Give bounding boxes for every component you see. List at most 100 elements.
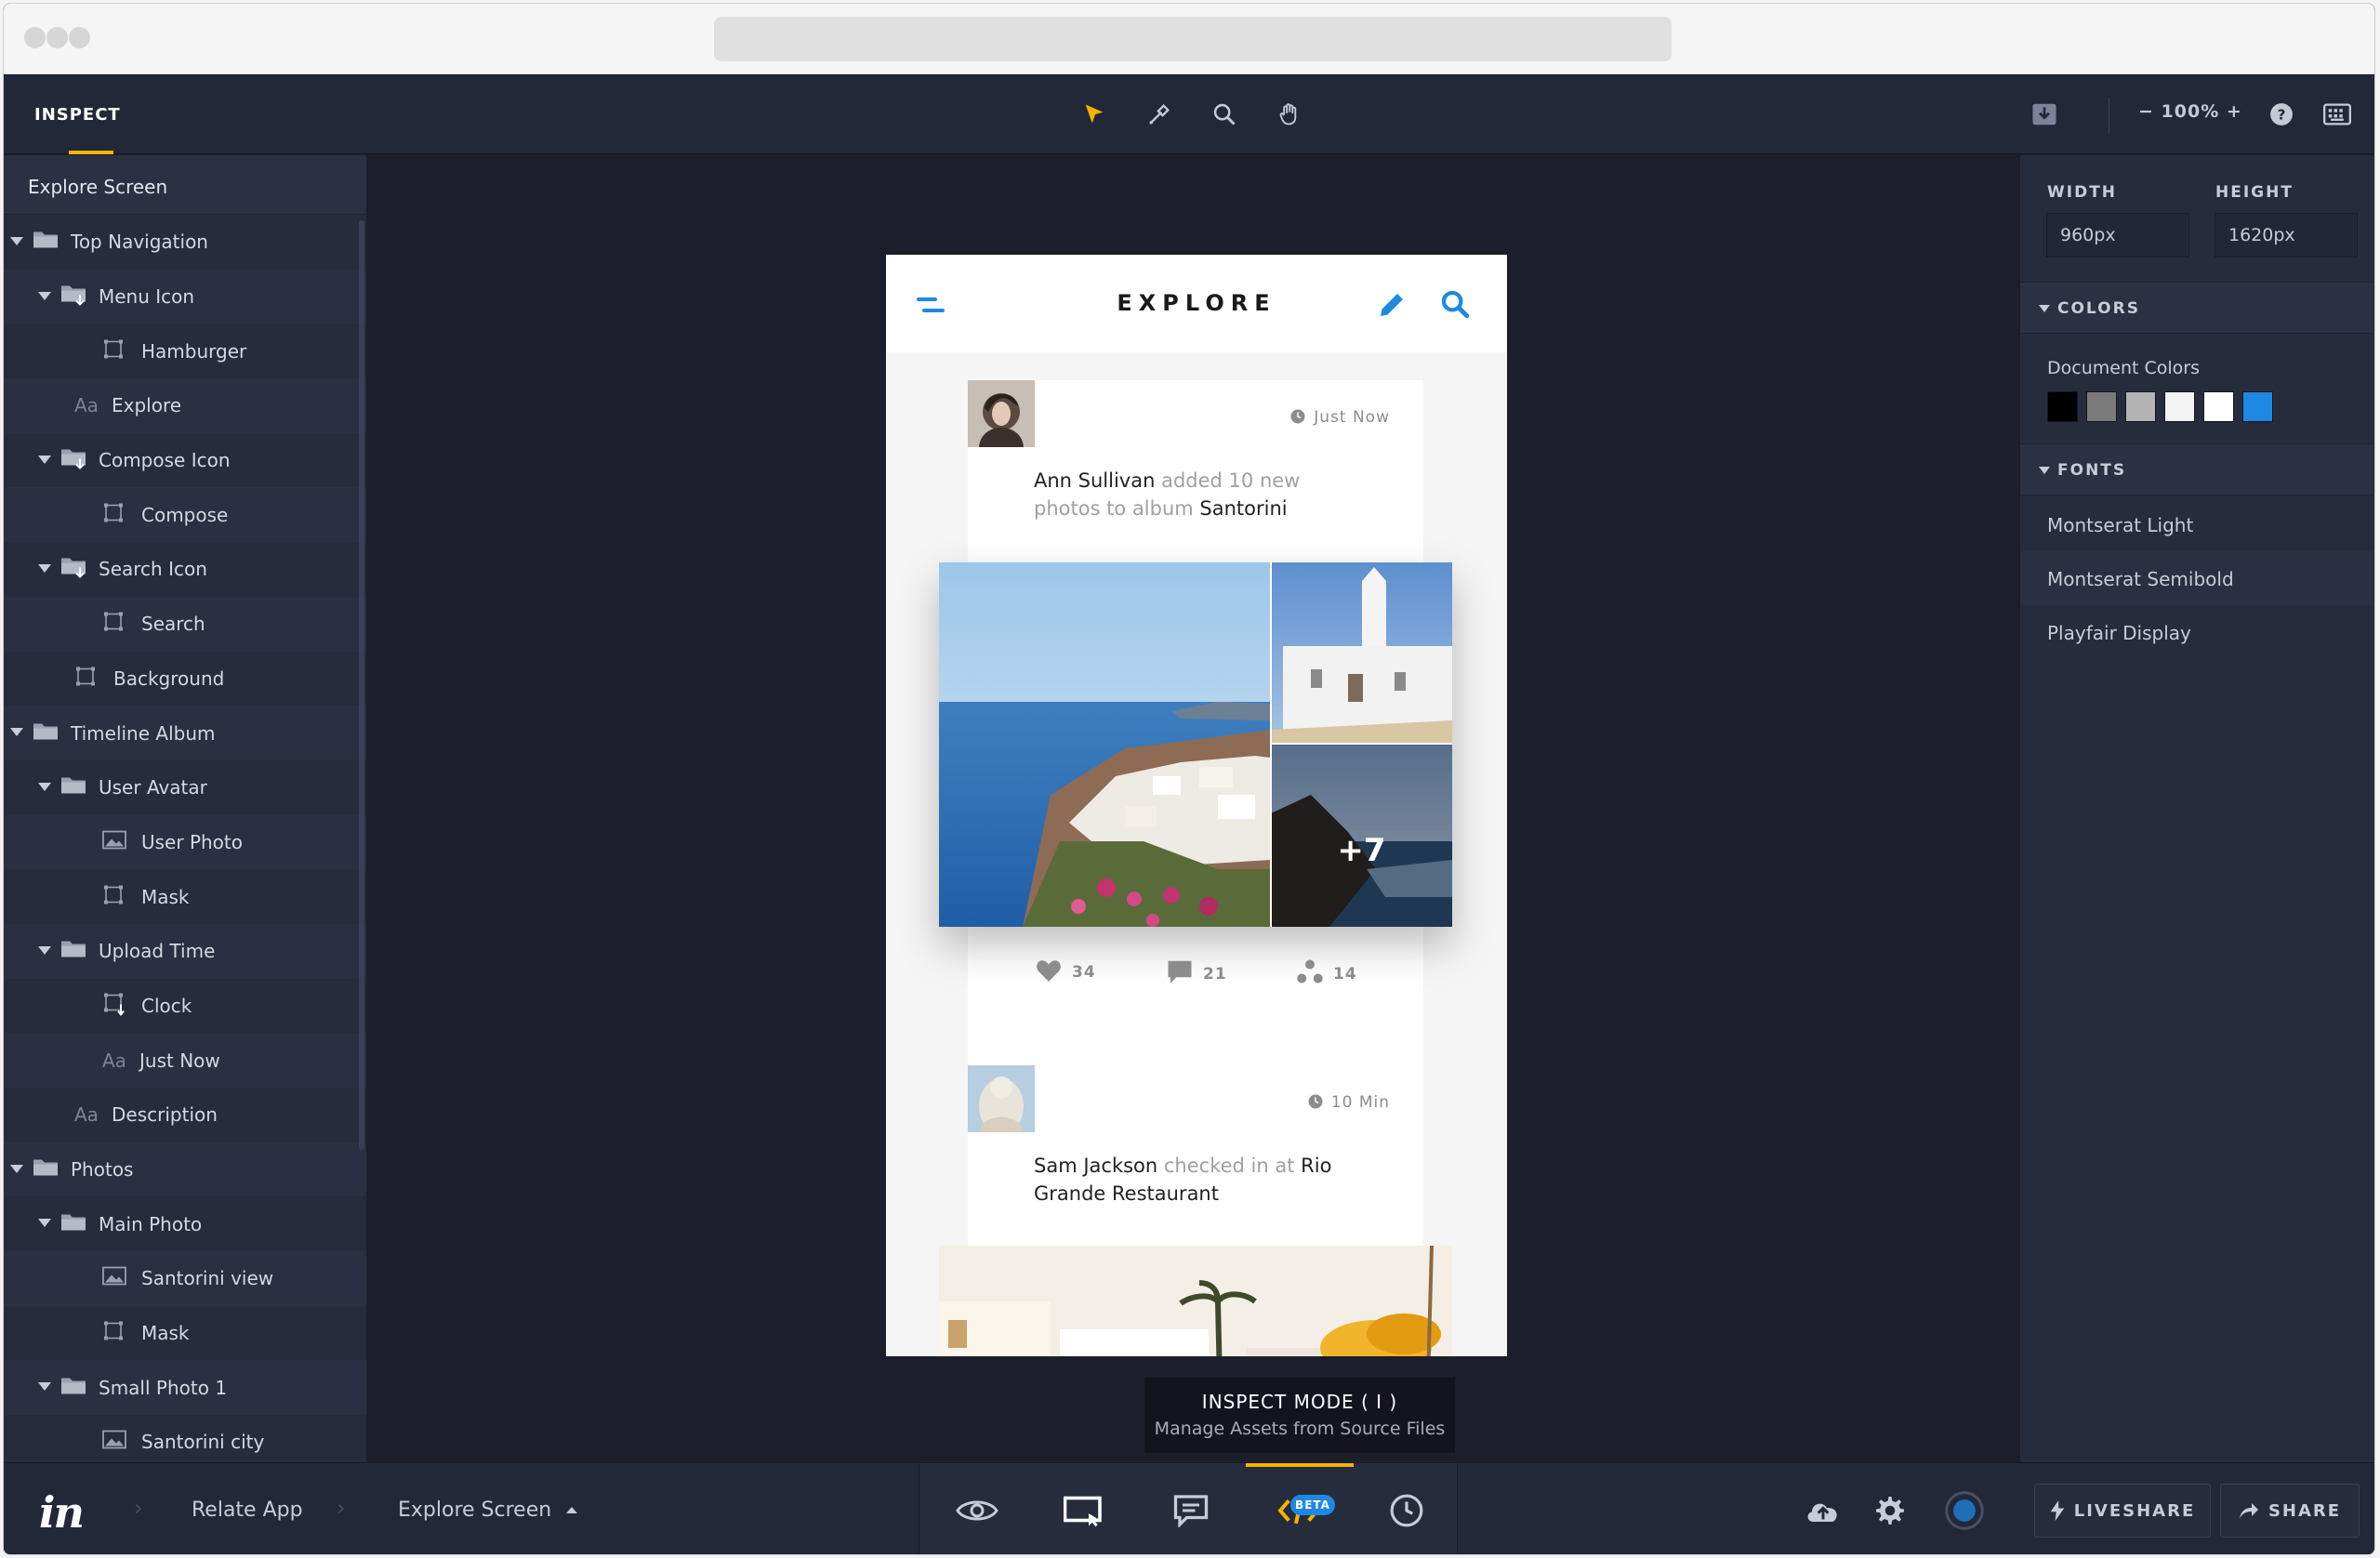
address-bar[interactable] xyxy=(714,17,1672,61)
photo-collage[interactable]: +7 xyxy=(939,562,1452,927)
record-icon[interactable] xyxy=(1943,1491,1986,1530)
compose-icon[interactable] xyxy=(1375,288,1408,325)
layer-label: Timeline Album xyxy=(71,721,216,745)
chevron-down-icon[interactable] xyxy=(38,1382,51,1392)
zoom-control[interactable]: − 100% + xyxy=(2138,101,2242,122)
user-avatar[interactable] xyxy=(968,1065,1035,1134)
liveshare-button[interactable]: LIVESHARE xyxy=(2034,1484,2211,1538)
layer-item[interactable]: Search xyxy=(4,596,366,652)
text-layer-icon: Aa xyxy=(74,1103,99,1127)
build-mode-icon[interactable] xyxy=(1062,1491,1104,1530)
layer-item[interactable]: Background xyxy=(4,652,366,706)
chevron-down-icon[interactable] xyxy=(38,564,51,574)
tab-inspect[interactable]: INSPECT xyxy=(4,75,120,154)
height-field[interactable]: 1620px xyxy=(2215,213,2358,257)
tab-inspect-label: INSPECT xyxy=(34,105,121,125)
layer-item[interactable]: Compose Icon xyxy=(4,433,366,488)
clock-icon xyxy=(1308,1094,1323,1109)
chevron-down-icon[interactable] xyxy=(38,1219,51,1228)
layer-item[interactable]: Timeline Album xyxy=(4,706,366,760)
chevron-down-icon[interactable] xyxy=(10,237,23,245)
layer-item[interactable]: Aa Just Now xyxy=(4,1033,366,1088)
post-album-name[interactable]: Santorini xyxy=(1199,497,1287,520)
layer-item[interactable]: Search Icon xyxy=(4,542,366,597)
layer-item[interactable]: Santorini view xyxy=(4,1251,366,1306)
layer-item[interactable]: Santorini city xyxy=(4,1415,366,1462)
breadcrumb-screen[interactable]: Explore Screen xyxy=(398,1499,578,1522)
chevron-down-icon[interactable] xyxy=(38,455,51,464)
layer-item[interactable]: Mask xyxy=(4,1306,366,1361)
more-photos-count[interactable]: +7 xyxy=(1271,832,1452,869)
browser-chrome xyxy=(4,4,2374,74)
window-close-dot[interactable] xyxy=(24,27,46,48)
color-swatch[interactable] xyxy=(2164,391,2195,422)
layer-item[interactable]: Photos xyxy=(4,1142,366,1197)
symbol-folder-icon xyxy=(60,283,87,311)
checkin-photo[interactable] xyxy=(939,1245,1452,1356)
shape-icon xyxy=(102,883,125,910)
color-swatch[interactable] xyxy=(2086,391,2117,422)
magnifier-icon[interactable] xyxy=(1206,96,1243,133)
layer-item[interactable]: User Photo xyxy=(4,814,366,870)
layer-item[interactable]: Small Photo 1 xyxy=(4,1360,366,1416)
download-icon[interactable] xyxy=(2026,96,2063,133)
shares-stat[interactable]: 14 xyxy=(1296,958,1357,984)
chevron-down-icon[interactable] xyxy=(10,728,23,737)
layer-item[interactable]: User Avatar xyxy=(4,760,366,815)
chevron-down-icon[interactable] xyxy=(10,1164,23,1173)
layer-label: Menu Icon xyxy=(99,285,195,309)
comments-stat[interactable]: 21 xyxy=(1166,958,1227,984)
layer-item[interactable]: Compose xyxy=(4,487,366,543)
cloud-sync-icon[interactable] xyxy=(1802,1491,1844,1530)
font-item[interactable]: Montserat Semibold xyxy=(2020,551,2374,605)
likes-stat[interactable]: 34 xyxy=(1035,958,1096,983)
fonts-section-header[interactable]: FONTS xyxy=(2020,443,2374,495)
invision-logo[interactable]: in xyxy=(39,1487,85,1538)
pointer-icon[interactable] xyxy=(1076,96,1113,133)
layer-label: Santorini city xyxy=(141,1431,265,1454)
color-swatch[interactable] xyxy=(2203,391,2234,422)
upload-time-text: 10 Min xyxy=(1330,1093,1390,1112)
color-swatch[interactable] xyxy=(2242,391,2273,422)
layers-scrollbar[interactable] xyxy=(359,220,364,1150)
tab-active-indicator xyxy=(69,151,113,154)
comment-mode-icon[interactable] xyxy=(1170,1491,1212,1530)
settings-gear-icon[interactable] xyxy=(1869,1491,1911,1530)
layer-item[interactable]: Mask xyxy=(4,869,366,924)
chevron-down-icon[interactable] xyxy=(38,291,51,300)
user-avatar[interactable] xyxy=(968,380,1035,447)
layer-item[interactable]: Menu Icon xyxy=(4,269,366,324)
history-clock-icon[interactable] xyxy=(1385,1491,1428,1530)
layer-item[interactable]: Aa Explore xyxy=(4,378,366,433)
chevron-down-icon[interactable] xyxy=(38,782,51,791)
post-user-name[interactable]: Sam Jackson xyxy=(1034,1155,1157,1177)
layer-item[interactable]: Hamburger xyxy=(4,323,366,378)
color-swatch[interactable] xyxy=(2125,391,2156,422)
color-swatch[interactable] xyxy=(2047,391,2078,422)
screen-preview[interactable]: EXPLORE Just Now Ann Sullivan added 10 n… xyxy=(886,255,1507,1356)
font-item[interactable]: Montserat Light xyxy=(2020,497,2374,551)
window-zoom-dot[interactable] xyxy=(69,27,90,48)
eyedropper-icon[interactable] xyxy=(1141,96,1178,133)
chevron-down-icon[interactable] xyxy=(38,945,51,955)
layer-item[interactable]: Upload Time xyxy=(4,923,366,979)
share-button[interactable]: SHARE xyxy=(2220,1484,2360,1538)
colors-section-header[interactable]: COLORS xyxy=(2020,282,2374,334)
search-icon[interactable] xyxy=(1439,288,1471,323)
width-field[interactable]: 960px xyxy=(2046,213,2189,257)
window-minimize-dot[interactable] xyxy=(46,27,68,48)
fonts-section-title: FONTS xyxy=(2057,461,2127,480)
layer-item[interactable]: Clock xyxy=(4,979,366,1034)
layer-item[interactable]: Top Navigation xyxy=(4,215,366,270)
breadcrumb-project[interactable]: Relate App xyxy=(192,1499,303,1522)
help-icon[interactable]: ? xyxy=(2263,96,2300,133)
hand-icon[interactable] xyxy=(1271,96,1308,133)
layer-item[interactable]: Main Photo xyxy=(4,1196,366,1251)
font-item[interactable]: Playfair Display xyxy=(2020,605,2374,659)
layer-item[interactable]: Aa Description xyxy=(4,1088,366,1142)
preview-eye-icon[interactable] xyxy=(956,1491,998,1530)
keyboard-icon[interactable] xyxy=(2319,96,2356,133)
layer-label: Mask xyxy=(141,885,190,908)
clock-icon xyxy=(1290,409,1305,424)
post-user-name[interactable]: Ann Sullivan xyxy=(1034,469,1155,492)
